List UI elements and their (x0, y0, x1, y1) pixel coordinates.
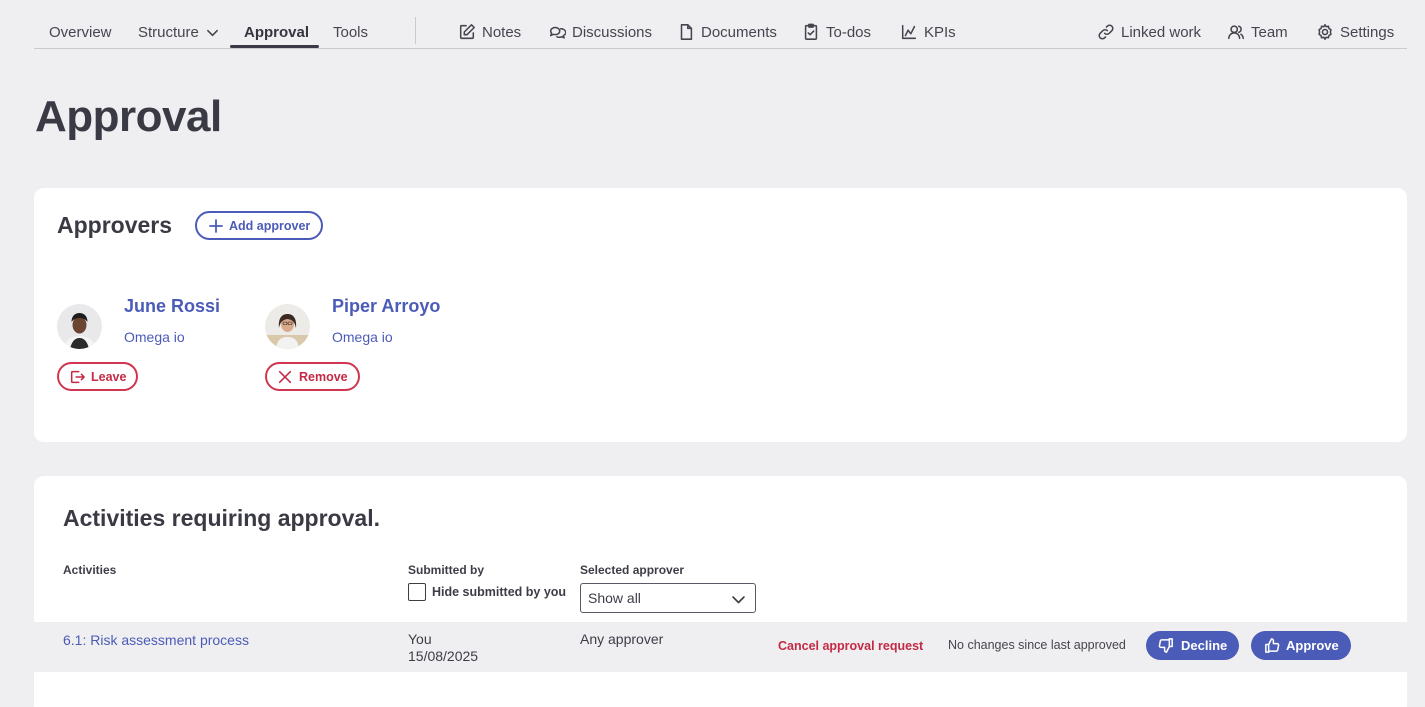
users-icon (1228, 25, 1244, 40)
column-header-selected-approver: Selected approver (580, 563, 685, 577)
leave-icon (70, 370, 85, 383)
chevron-down-icon (732, 596, 745, 604)
approvers-heading: Approvers (57, 212, 173, 238)
leave-button[interactable]: Leave (57, 362, 139, 391)
nav-documents[interactable]: Documents (677, 22, 777, 42)
hide-submitted-checkbox[interactable]: Hide submitted by you (408, 583, 566, 601)
approver-name[interactable]: Piper Arroyo (332, 296, 440, 317)
nav-todos[interactable]: To-dos (802, 22, 871, 42)
nav-settings[interactable]: Settings (1316, 22, 1394, 42)
approver-filter-select[interactable]: Show all (580, 583, 756, 613)
submitter-name: You (408, 631, 432, 647)
nav-team-label: Team (1251, 23, 1288, 41)
add-approver-button[interactable]: Add approver (195, 211, 324, 240)
plus-icon (209, 218, 223, 233)
nav-linked-work-label: Linked work (1121, 23, 1202, 41)
link-icon (1098, 24, 1114, 40)
chevron-down-icon (206, 29, 218, 36)
hide-submitted-label: Hide submitted by you (432, 585, 567, 599)
activity-link[interactable]: 6.1: Risk assessment process (63, 632, 249, 648)
tab-overview-label: Overview (49, 23, 112, 41)
activities-card: Activities requiring approval. Activitie… (34, 476, 1407, 707)
page-title: Approval (35, 92, 222, 141)
approver-card: Piper Arroyo Omega io Remove (265, 296, 495, 396)
active-tab-indicator (230, 45, 319, 48)
nav-kpis[interactable]: KPIs (900, 22, 956, 42)
tab-tools-label: Tools (333, 23, 369, 41)
nav-settings-label: Settings (1340, 23, 1395, 41)
nav-documents-label: Documents (701, 23, 777, 41)
nav-linked-work[interactable]: Linked work (1097, 22, 1201, 42)
chat-icon (549, 26, 566, 39)
submitted-date: 15/08/2025 (408, 648, 479, 664)
tab-structure-label: Structure (138, 23, 199, 41)
gear-icon (1318, 24, 1332, 40)
nav-divider (415, 17, 416, 44)
remove-label: Remove (299, 369, 348, 384)
table-row: 6.1: Risk assessment process You 15/08/2… (34, 622, 1407, 672)
approver-organization: Omega io (332, 329, 393, 345)
approver-organization: Omega io (124, 329, 185, 345)
approvers-card: Approvers Add approver June Rossi Omega … (34, 188, 1407, 442)
nav-team[interactable]: Team (1227, 22, 1288, 42)
avatar (57, 304, 102, 349)
nav-notes[interactable]: Notes (458, 22, 521, 42)
tab-approval-label: Approval (244, 23, 310, 41)
tab-approval[interactable]: Approval (244, 22, 309, 42)
cancel-approval-request-link[interactable]: Cancel approval request (778, 639, 923, 653)
nav-todos-label: To-dos (826, 23, 872, 41)
approve-button[interactable]: Approve (1251, 631, 1351, 660)
approver-card: June Rossi Omega io Leave (57, 296, 287, 396)
remove-button[interactable]: Remove (265, 362, 360, 391)
thumbs-down-icon (1158, 638, 1173, 653)
decline-label: Decline (1181, 638, 1228, 653)
leave-label: Leave (91, 369, 127, 384)
decline-button[interactable]: Decline (1146, 631, 1240, 660)
column-header-submitted-by: Submitted by (408, 563, 485, 577)
activities-heading: Activities requiring approval. (63, 505, 380, 531)
document-icon (680, 24, 693, 40)
approve-label: Approve (1286, 638, 1339, 653)
nav-notes-label: Notes (482, 23, 522, 41)
chart-line-icon (901, 24, 917, 40)
top-navigation: Overview Structure Approval Tools Notes … (34, 0, 1407, 49)
checkbox-box[interactable] (408, 583, 426, 601)
column-header-activities: Activities (63, 563, 117, 577)
clipboard-check-icon (804, 23, 818, 40)
edit-icon (459, 24, 475, 40)
nav-kpis-label: KPIs (924, 23, 956, 41)
nav-discussions-label: Discussions (572, 23, 653, 41)
close-icon (278, 370, 292, 383)
thumbs-up-icon (1265, 638, 1280, 653)
selected-approver-value: Any approver (580, 631, 664, 647)
approver-name[interactable]: June Rossi (124, 296, 220, 317)
avatar (265, 304, 310, 349)
status-text: No changes since last approved (948, 638, 1126, 652)
tab-tools[interactable]: Tools (333, 22, 368, 42)
nav-discussions[interactable]: Discussions (548, 22, 652, 42)
approver-filter-value: Show all (588, 590, 641, 606)
tab-overview[interactable]: Overview (49, 22, 112, 42)
add-approver-label: Add approver (229, 218, 311, 233)
tab-structure[interactable]: Structure (138, 22, 219, 42)
